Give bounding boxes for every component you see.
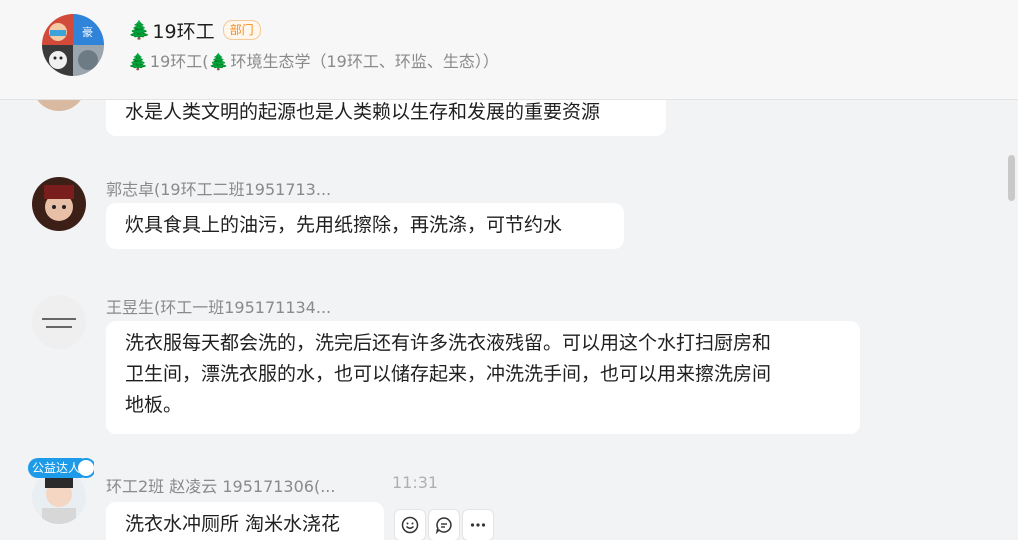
scrollbar[interactable] <box>1005 99 1018 540</box>
avatar[interactable] <box>32 295 86 349</box>
message-text: 洗衣水冲厕所 淘米水浇花 <box>125 513 341 535</box>
more-icon <box>470 523 486 527</box>
honor-badge-text: 公益达人 <box>32 461 81 475</box>
smile-icon <box>401 516 419 534</box>
scrollbar-thumb[interactable] <box>1008 155 1015 201</box>
sender-name: 郭志卓(19环工二班1951713... <box>106 180 332 199</box>
message-text: 炊具食具上的油污，先用纸擦除，再洗涤，可节约水 <box>125 214 563 236</box>
message-actions <box>394 509 494 540</box>
message-bubble[interactable]: 洗衣水冲厕所 淘米水浇花 <box>106 502 384 540</box>
svg-text:豪: 豪 <box>82 25 93 39</box>
avatar[interactable] <box>32 177 86 231</box>
tree-icon: 🌲 <box>208 52 229 71</box>
sender-name: 王昱生(环工一班195171134... <box>106 298 332 317</box>
chat-header: 豪 🌲 19环工 部门 🌲 19环工(🌲 环境生态学（19环工、环监、生态）） <box>0 0 1018 100</box>
dept-badge: 部门 <box>222 20 261 40</box>
message-text-line: 地板。 <box>125 394 183 416</box>
message-bubble[interactable]: 水是人类文明的起源也是人类赖以生存和发展的重要资源 <box>106 99 666 136</box>
honor-badge: 公益达人 <box>28 457 96 479</box>
group-subtitle: 🌲 19环工(🌲 环境生态学（19环工、环监、生态）） <box>128 48 499 72</box>
reply-button[interactable] <box>428 509 460 540</box>
sender-name: 环工2班 赵凌云 195171306(... <box>106 477 336 496</box>
group-subtitle-rest: 环境生态学（19环工、环监、生态）） <box>230 52 499 71</box>
message-text: 水是人类文明的起源也是人类赖以生存和发展的重要资源 <box>125 101 601 123</box>
comment-icon <box>435 517 452 534</box>
message-list: 水是人类文明的起源也是人类赖以生存和发展的重要资源 郭志卓(19环工二班1951… <box>0 99 1005 540</box>
emoji-reaction-button[interactable] <box>394 509 426 540</box>
group-avatar[interactable]: 豪 <box>42 14 104 76</box>
tree-icon: 🌲 <box>128 52 148 71</box>
tree-icon: 🌲 <box>128 19 151 41</box>
more-button[interactable] <box>462 509 494 540</box>
message-time: 11:31 <box>392 473 439 492</box>
avatar[interactable] <box>32 99 86 111</box>
group-subtitle-prefix: 19环工( <box>149 52 209 71</box>
group-title: 19环工 <box>152 20 215 43</box>
message-text-line: 卫生间，漂洗衣服的水，也可以储存起来，冲洗洗手间，也可以用来擦洗房间 <box>125 363 772 385</box>
message-text-line: 洗衣服每天都会洗的，洗完后还有许多洗衣液残留。可以用这个水打扫厨房和 <box>125 332 772 354</box>
message-bubble[interactable]: 洗衣服每天都会洗的，洗完后还有许多洗衣液残留。可以用这个水打扫厨房和 卫生间，漂… <box>106 321 860 434</box>
message-bubble[interactable]: 炊具食具上的油污，先用纸擦除，再洗涤，可节约水 <box>106 203 624 249</box>
